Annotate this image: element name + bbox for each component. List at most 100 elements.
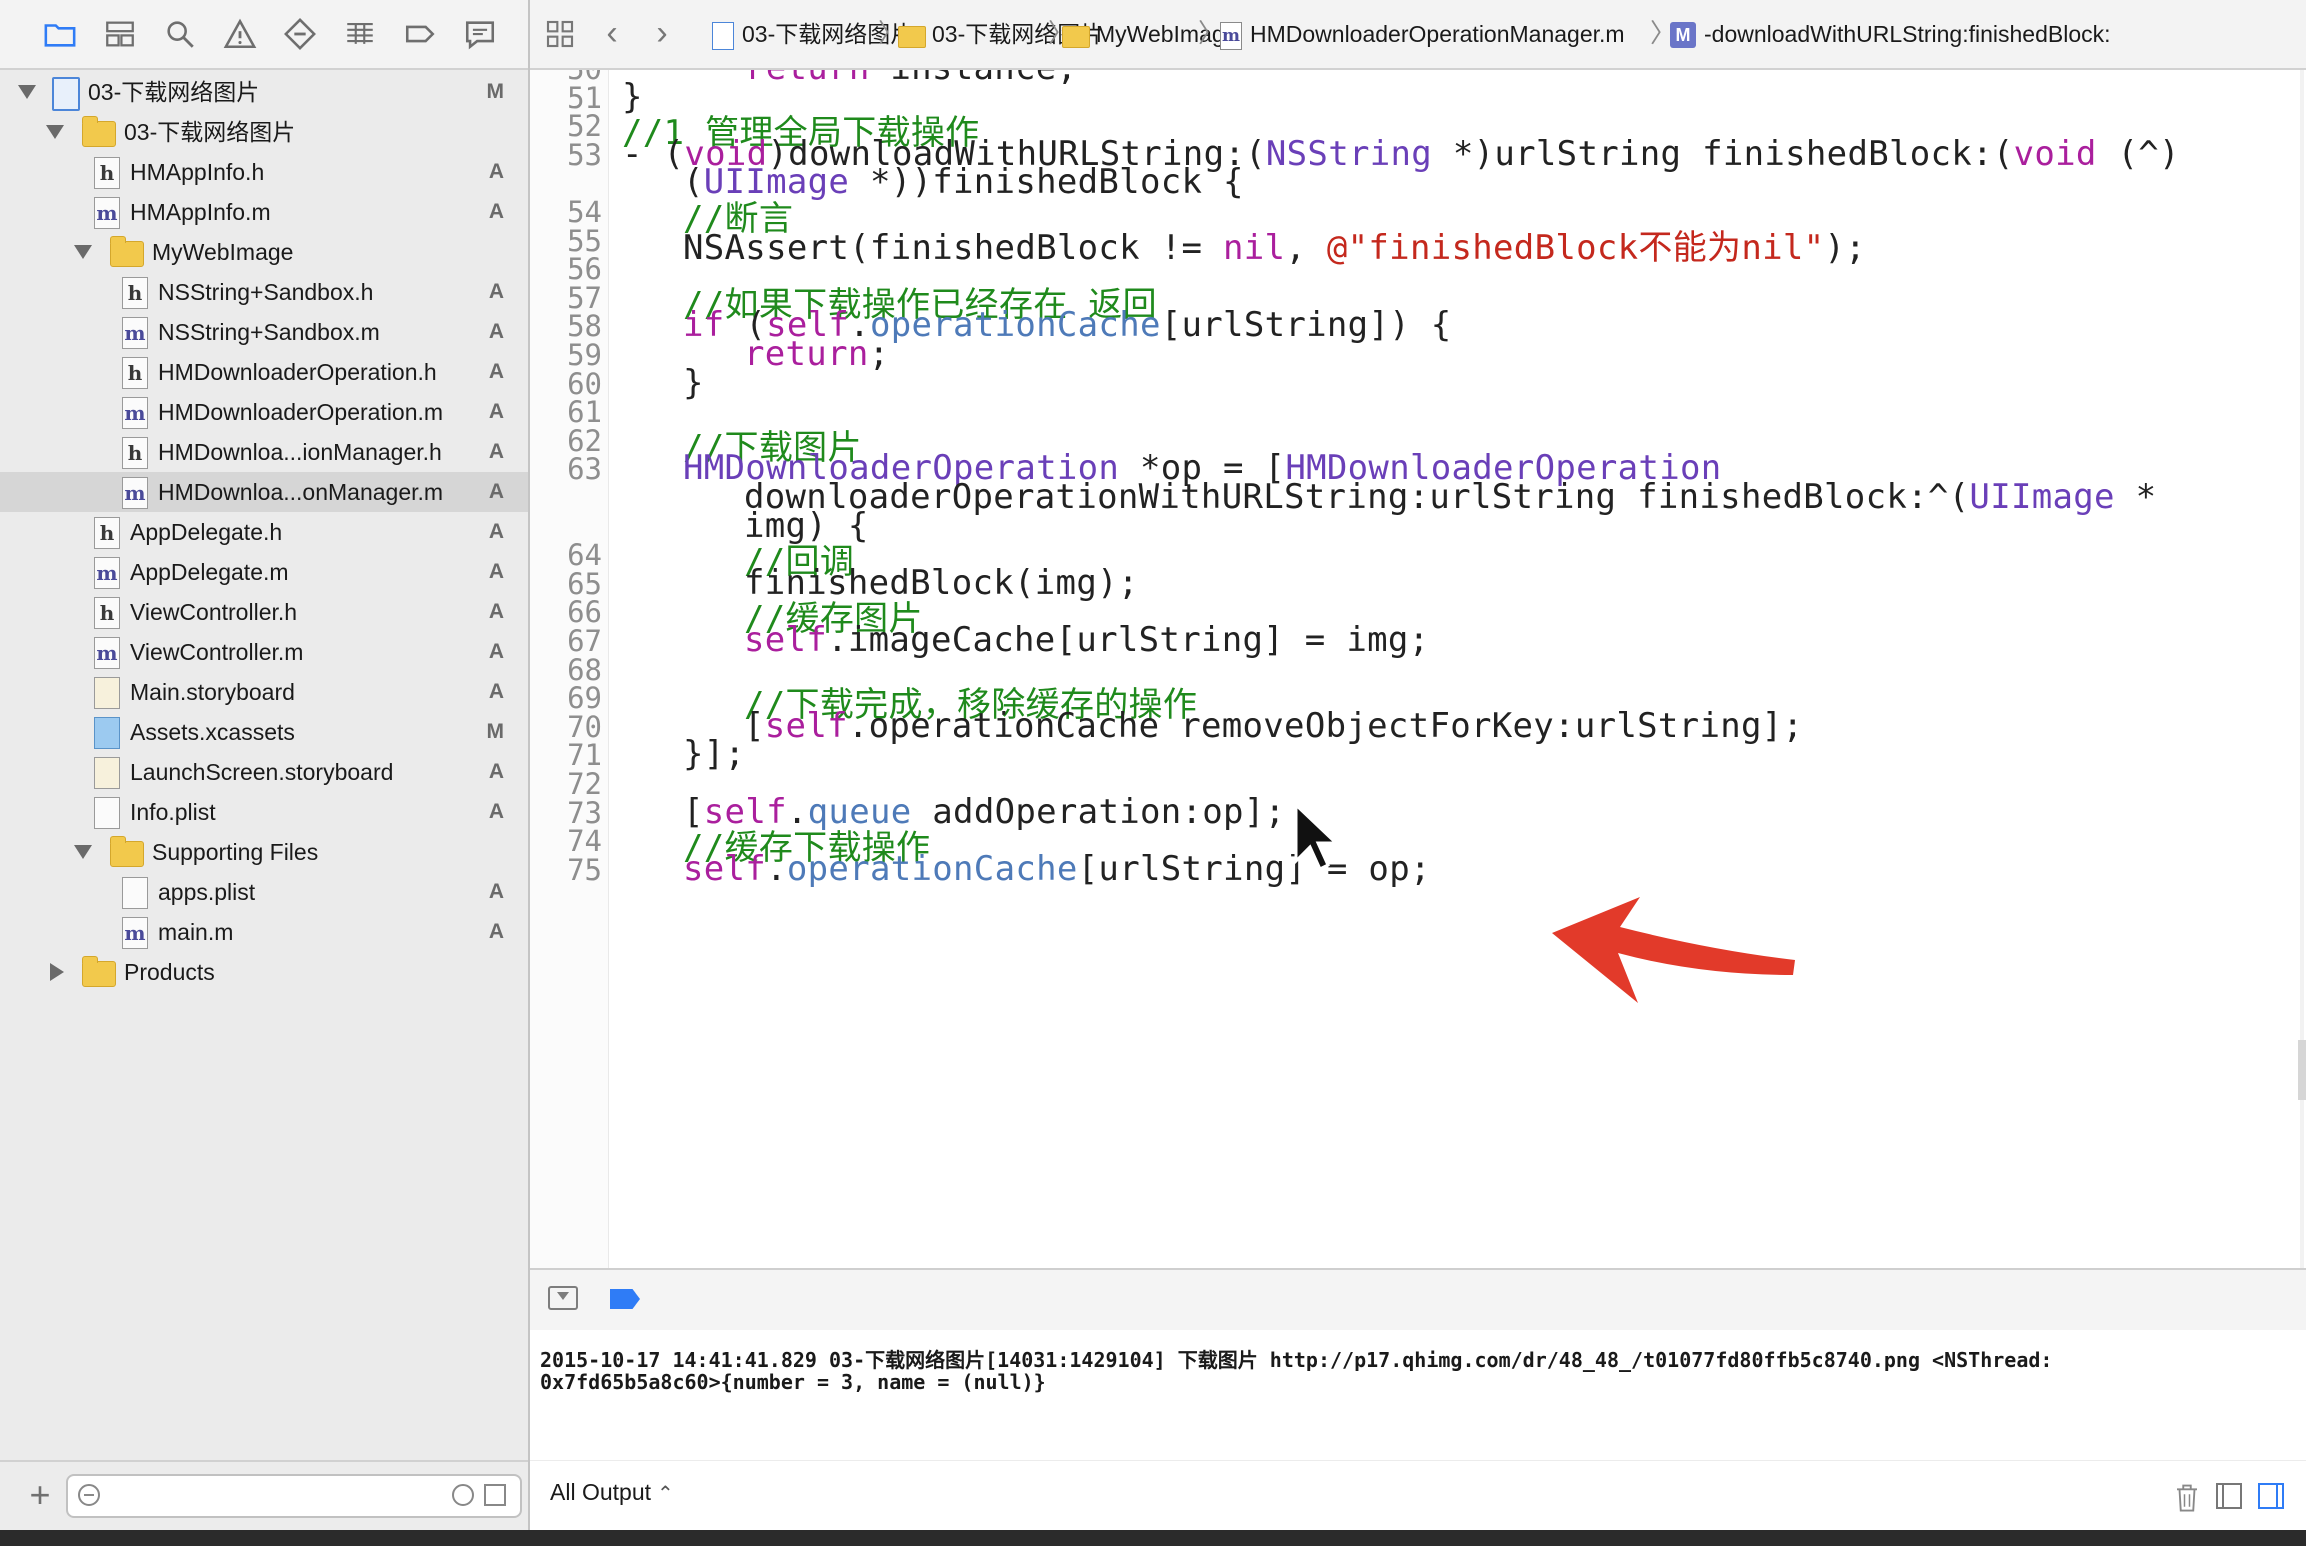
tree-item[interactable]: m AppDelegate.m A [0,552,528,592]
breakpoint-navigator-icon[interactable] [392,14,448,54]
report-navigator-icon[interactable] [452,14,508,54]
code-line[interactable]: NSAssert(finishedBlock != nil, @"finishe… [683,220,1866,269]
hide-debug-area-button[interactable] [548,1286,578,1310]
find-navigator-search-icon[interactable] [152,14,208,54]
recent-files-filter-icon[interactable] [452,1484,474,1506]
add-file-button[interactable]: + [22,1477,58,1514]
code-line[interactable]: } [683,363,704,403]
trash-icon[interactable] [2174,1483,2200,1513]
scm-status-badge: A [488,480,504,503]
tree-item[interactable]: Info.plist A [0,792,528,832]
tree-item-label: AppDelegate.m [130,559,289,585]
disclosure-triangle-right-icon[interactable] [50,963,64,981]
tree-item[interactable]: apps.plist A [0,872,528,912]
code-token: *)urlString finishedBlock:( [1432,133,2014,174]
tree-item-label: apps.plist [158,879,256,905]
code-token: return [744,334,869,374]
source-editor[interactable]: 5051525354555657585960616263646566676869… [530,70,2306,1268]
debug-bar [530,1268,2306,1332]
console-line: 2015-10-17 14:41:41.829 03-下载网络图片[14031:… [540,1348,2053,1372]
code-token: self [683,848,767,889]
line-number: 63 [567,452,602,487]
output-filter-select[interactable]: All Output ⌃ [550,1479,674,1506]
tree-item[interactable]: m ViewController.m A [0,632,528,672]
tree-item[interactable]: h HMDownloa...ionManager.h A [0,432,528,472]
tree-item[interactable]: m HMDownloa...onManager.m A [0,472,528,512]
tree-item-label: Main.storyboard [130,679,295,705]
plist-file-icon [94,797,120,829]
line-number-gutter[interactable]: 5051525354555657585960616263646566676869… [530,70,609,1268]
symbol-navigator-icon[interactable] [92,14,148,54]
h-file-icon: h [94,517,120,549]
tree-item[interactable]: MyWebImage [0,232,528,272]
tree-item-label: HMDownloa...ionManager.h [158,439,442,465]
tree-item[interactable]: m HMAppInfo.m A [0,192,528,232]
code-token: ); [1824,227,1866,268]
disclosure-triangle-down-icon[interactable] [74,845,92,859]
navigator-filter-field[interactable] [66,1474,522,1518]
show-variables-view-icon[interactable] [2216,1483,2242,1509]
plist-file-icon [122,877,148,909]
disclosure-triangle-down-icon[interactable] [46,125,64,139]
tree-item-label: AppDelegate.h [130,519,283,545]
console-output[interactable]: 2015-10-17 14:41:41.829 03-下载网络图片[14031:… [530,1330,2306,1460]
scm-status-badge: A [488,600,504,623]
window-resize-handle[interactable] [2298,1040,2306,1100]
xcode-window: 03-下载网络图片 M 03-下载网络图片 h HMAppInfo.h Am HMAppIn… [0,0,2306,1530]
project-navigator-folder-icon[interactable] [32,14,88,54]
tree-item[interactable]: m main.m A [0,912,528,952]
tree-item[interactable]: h ViewController.h A [0,592,528,632]
go-back-chevron-left-icon[interactable]: ‹ [592,14,632,54]
source-control-filter-icon[interactable] [484,1484,506,1506]
go-forward-chevron-right-icon[interactable]: › [642,14,682,54]
folder-icon [82,116,116,147]
project-file-icon [712,22,734,50]
scm-status-badge: A [488,520,504,543]
code-line[interactable]: return; [744,334,889,374]
code-line[interactable]: self.imageCache[urlString] = img; [744,620,1429,660]
code-token: [urlString]) { [1160,305,1452,346]
related-items-icon[interactable] [540,14,580,54]
tree-item[interactable]: Main.storyboard A [0,672,528,712]
code-token: nil [1223,227,1286,268]
tree-item-label: NSString+Sandbox.h [158,279,374,305]
folder-icon [898,26,926,48]
m-file-icon: m [122,917,148,949]
tree-item[interactable]: Products [0,952,528,992]
issue-navigator-warning-icon[interactable] [212,14,268,54]
storyboard-file-icon [94,757,120,789]
tree-item[interactable]: h AppDelegate.h A [0,512,528,552]
disclosure-triangle-down-icon[interactable] [18,85,36,99]
breakpoints-toggle-icon[interactable] [610,1289,640,1309]
test-navigator-icon[interactable] [272,14,328,54]
code-token: UIImage [1969,477,2115,517]
tree-item[interactable]: Supporting Files [0,832,528,872]
debug-navigator-icon[interactable] [332,14,388,54]
tree-item[interactable]: 03-下载网络图片 [0,112,528,152]
m-file-icon: m [94,197,120,229]
show-console-view-icon[interactable] [2258,1483,2284,1509]
code-token: . [766,848,787,889]
disclosure-triangle-down-icon[interactable] [74,245,92,259]
tree-item[interactable]: m HMDownloaderOperation.m A [0,392,528,432]
tree-item[interactable]: h NSString+Sandbox.h A [0,272,528,312]
code-line[interactable]: downloaderOperationWithURLString:urlStri… [744,477,2156,517]
folder-icon [1062,26,1090,48]
breadcrumb-item[interactable]: -downloadWithURLString:finishedBlock: [1704,0,2111,68]
code-line[interactable]: return instance; [745,70,1077,88]
tree-item[interactable]: Assets.xcassets M [0,712,528,752]
output-filter-label: All Output [550,1479,651,1505]
navigator-selector-bar [0,0,528,70]
breadcrumb-item[interactable]: HMDownloaderOperationManager.m [1250,0,1625,68]
code-line[interactable]: [self.operationCache removeObjectForKey:… [744,706,1803,746]
tree-item[interactable]: 03-下载网络图片 M [0,72,528,112]
tree-item-label: MyWebImage [152,239,294,265]
code-token: *))finishedBlock { [849,162,1244,203]
scm-status-badge: A [488,160,504,183]
code-token: self [744,620,828,660]
code-line[interactable]: }]; [683,734,745,774]
tree-item[interactable]: h HMAppInfo.h A [0,152,528,192]
tree-item[interactable]: h HMDownloaderOperation.h A [0,352,528,392]
tree-item[interactable]: LaunchScreen.storyboard A [0,752,528,792]
tree-item[interactable]: m NSString+Sandbox.m A [0,312,528,352]
